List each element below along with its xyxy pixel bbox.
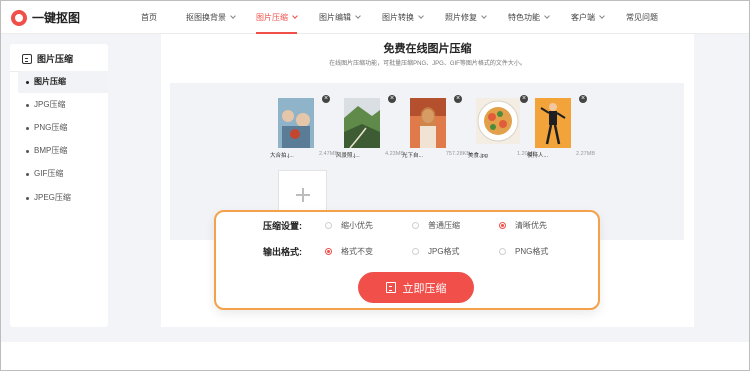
file-meta: 大合拍.j... 2.47MB xyxy=(270,151,338,159)
radio-selected-icon[interactable] xyxy=(499,222,506,229)
nav-item-restore[interactable]: 照片修复 xyxy=(445,1,487,34)
file-name: 光下自... xyxy=(402,153,424,159)
close-icon[interactable]: × xyxy=(388,95,396,103)
nav-item-convert[interactable]: 图片转换 xyxy=(382,1,424,34)
file-meta: 模特人... 2.27MB xyxy=(527,151,595,159)
option-png-format[interactable]: PNG格式 xyxy=(499,246,548,257)
option-smaller-first[interactable]: 缩小优先 xyxy=(325,220,373,231)
nav-item-edit[interactable]: 图片编辑 xyxy=(319,1,361,34)
close-icon[interactable]: × xyxy=(520,95,528,103)
app-name: 一键抠图 xyxy=(32,11,81,25)
sidebar-item-bmp[interactable]: BMP压缩 xyxy=(18,140,109,162)
settings-panel: 压缩设置: 缩小优先 普通压缩 清晰优先 输出格式: 格式不变 JPG格式 PN… xyxy=(214,210,600,310)
sidebar-item-jpg[interactable]: JPG压缩 xyxy=(18,94,109,116)
file-meta: 风景照.j... 4.23MB xyxy=(336,151,404,159)
chevron-down-icon xyxy=(230,13,236,19)
nav-label: 抠图换背景 xyxy=(186,13,226,22)
nav-item-features[interactable]: 特色功能 xyxy=(508,1,550,34)
thumbnail-image xyxy=(476,98,520,144)
file-meta: 美食.jpg 1.20MB xyxy=(468,151,536,159)
file-item[interactable]: × 光下自... 757.28KB xyxy=(402,95,470,159)
nav-item-home[interactable]: 首页 xyxy=(141,1,157,34)
radio-selected-icon[interactable] xyxy=(325,248,332,255)
chevron-down-icon xyxy=(355,13,361,19)
option-clarity-first[interactable]: 清晰优先 xyxy=(499,220,547,231)
option-label: 普通压缩 xyxy=(428,221,460,230)
thumbnail-image xyxy=(344,98,380,148)
thumbnail-image xyxy=(535,98,571,148)
nav-item-compress[interactable]: 图片压缩 xyxy=(256,1,298,34)
option-label: 格式不变 xyxy=(341,247,373,256)
close-icon[interactable]: × xyxy=(579,95,587,103)
sidebar-item-jpeg[interactable]: JPEG压缩 xyxy=(18,187,109,209)
logo[interactable]: 一键抠图 xyxy=(11,9,80,26)
compress-icon xyxy=(385,282,396,293)
close-icon[interactable]: × xyxy=(322,95,330,103)
compress-settings-row: 压缩设置: 缩小优先 普通压缩 清晰优先 xyxy=(216,219,598,233)
sidebar-item-image-compress[interactable]: 图片压缩 xyxy=(18,71,109,93)
nav-item-cutout[interactable]: 抠图换背景 xyxy=(186,1,236,34)
file-name: 大合拍.j... xyxy=(270,153,294,159)
radio-icon[interactable] xyxy=(412,222,419,229)
file-size: 757.28KB xyxy=(445,151,470,157)
footer-strip xyxy=(1,342,749,370)
file-name: 风景照.j... xyxy=(336,153,360,159)
sidebar-title-label: 图片压缩 xyxy=(37,54,74,64)
output-format-row: 输出格式: 格式不变 JPG格式 PNG格式 xyxy=(216,245,598,259)
radio-icon[interactable] xyxy=(325,222,332,229)
radio-icon[interactable] xyxy=(499,248,506,255)
nav-label: 特色功能 xyxy=(508,13,540,22)
close-icon[interactable]: × xyxy=(454,95,462,103)
thumbnail-image xyxy=(410,98,446,148)
file-item[interactable]: × 模特人... 2.27MB xyxy=(527,95,595,159)
option-label: 缩小优先 xyxy=(341,221,373,230)
compress-settings-label: 压缩设置: xyxy=(263,221,302,231)
file-meta: 光下自... 757.28KB xyxy=(402,151,470,159)
sidebar-item-png[interactable]: PNG压缩 xyxy=(18,117,109,139)
file-name: 美食.jpg xyxy=(468,153,488,159)
output-format-label: 输出格式: xyxy=(263,247,302,257)
file-item[interactable]: × 风景照.j... 4.23MB xyxy=(336,95,404,159)
nav-label: 常见问题 xyxy=(626,13,658,22)
nav-label: 首页 xyxy=(141,13,157,22)
sidebar-item-gif[interactable]: GIF压缩 xyxy=(18,163,109,185)
main-nav: 首页 抠图换背景 图片压缩 图片编辑 图片转换 照片修复 特色功能 客户端 常见… xyxy=(141,1,658,34)
page-subtitle: 在线图片压缩功能，可批量压缩PNG、JPG、GIF等图片格式的文件大小。 xyxy=(329,61,526,67)
top-header: 一键抠图 首页 抠图换背景 图片压缩 图片编辑 图片转换 照片修复 特色功能 客… xyxy=(1,1,749,34)
compress-now-label: 立即压缩 xyxy=(402,282,447,295)
option-jpg-format[interactable]: JPG格式 xyxy=(412,246,460,257)
compress-icon xyxy=(22,53,32,64)
file-name: 模特人... xyxy=(527,153,549,159)
option-label: 清晰优先 xyxy=(515,221,547,230)
chevron-down-icon xyxy=(599,13,605,19)
chevron-down-icon xyxy=(544,13,550,19)
nav-label: 图片编辑 xyxy=(319,13,351,22)
nav-label: 照片修复 xyxy=(445,13,477,22)
nav-item-client[interactable]: 客户端 xyxy=(571,1,605,34)
option-label: PNG格式 xyxy=(515,247,549,256)
nav-label: 客户端 xyxy=(571,13,595,22)
file-size: 2.27MB xyxy=(576,151,595,157)
chevron-down-icon xyxy=(418,13,424,19)
file-item[interactable]: × 美食.jpg 1.20MB xyxy=(468,95,536,159)
page-title: 免费在线图片压缩 xyxy=(383,43,472,55)
option-normal[interactable]: 普通压缩 xyxy=(412,220,460,231)
nav-label: 图片转换 xyxy=(382,13,414,22)
nav-item-faq[interactable]: 常见问题 xyxy=(626,1,658,34)
chevron-down-icon xyxy=(481,13,487,19)
thumbnail-image xyxy=(278,98,314,148)
compress-now-button[interactable]: 立即压缩 xyxy=(358,272,474,303)
nav-label: 图片压缩 xyxy=(256,13,288,22)
sidebar-title: 图片压缩 xyxy=(22,52,73,65)
option-keep-format[interactable]: 格式不变 xyxy=(325,246,373,257)
chevron-down-icon xyxy=(292,13,298,19)
radio-icon[interactable] xyxy=(412,248,419,255)
option-label: JPG格式 xyxy=(428,247,460,256)
file-item[interactable]: × 大合拍.j... 2.47MB xyxy=(270,95,338,159)
logo-icon xyxy=(11,9,27,26)
